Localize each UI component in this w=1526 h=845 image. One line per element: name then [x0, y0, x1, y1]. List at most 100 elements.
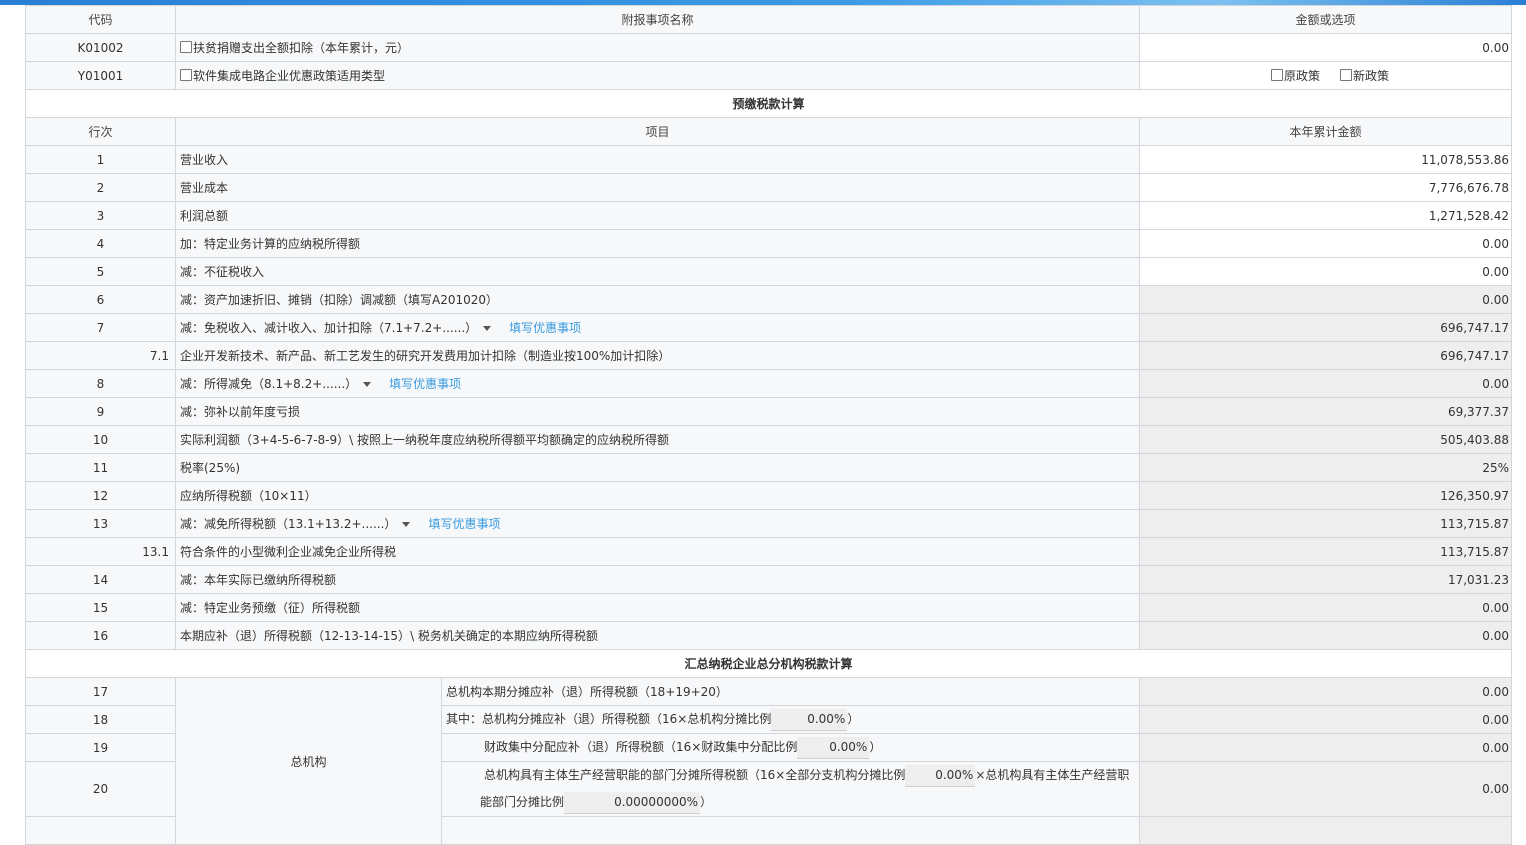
row-number: 8	[25, 369, 176, 398]
row-item: 加：特定业务计算的应纳税所得额	[174, 229, 1141, 258]
row-item: 应纳所得税额（10×11）	[174, 481, 1141, 510]
extra-table-header: 代码 附报事项名称 金额或选项	[25, 5, 1513, 34]
table-row: 4 加：特定业务计算的应纳税所得额 0.00	[25, 229, 1513, 258]
row-number: 14	[25, 565, 176, 594]
amount-input[interactable]: 11,078,553.86	[1139, 145, 1513, 174]
policy-options: 原政策 新政策	[1139, 61, 1513, 90]
row-item: 减：减免所得税额（13.1+13.2+......） 填写优惠事项	[174, 509, 1141, 538]
table-row: 7.1 企业开发新技术、新产品、新工艺发生的研究开发费用加计扣除（制造业按100…	[25, 341, 1513, 370]
fill-preference-link[interactable]: 填写优惠事项	[509, 321, 581, 335]
table-row: 13.1 符合条件的小型微利企业减免企业所得税 113,715.87	[25, 537, 1513, 566]
option-label: 新政策	[1353, 69, 1390, 83]
row-name-label: 软件集成电路企业优惠政策适用类型	[193, 69, 386, 83]
row-item: 利润总额	[174, 201, 1141, 230]
checkbox[interactable]	[1270, 69, 1283, 81]
row-item-suffix: ）	[869, 739, 882, 754]
extra-row-y01001: Y01001 软件集成电路企业优惠政策适用类型 原政策 新政策	[25, 61, 1513, 90]
row-item: 减：所得减免（8.1+8.2+......） 填写优惠事项	[174, 369, 1141, 398]
row-item: 减：本年实际已缴纳所得税额	[174, 565, 1141, 594]
row-item-line2: 能部门分摊比例	[480, 795, 565, 809]
row-item: 减：特定业务预缴（征）所得税额	[174, 593, 1141, 622]
row-number: 16	[25, 621, 176, 650]
ratio-field: 0.00000000%	[564, 792, 701, 814]
ratio-field: 0.00%	[905, 765, 976, 787]
chevron-down-icon[interactable]	[363, 382, 372, 387]
amount-readonly: 126,350.97	[1139, 481, 1513, 510]
row-number: 3	[25, 201, 176, 230]
table-row: 11 税率(25%) 25%	[25, 453, 1513, 482]
option-old-policy[interactable]: 原政策	[1270, 67, 1320, 84]
row-item-suffix: ）	[700, 795, 713, 809]
amount-readonly: 0.00	[1139, 733, 1513, 762]
checkbox[interactable]	[180, 41, 192, 53]
extra-row-k01002: K01002 扶贫捐赠支出全额扣除（本年累计，元） 0.00	[25, 33, 1513, 62]
header-name: 附报事项名称	[174, 5, 1141, 34]
table-row: 15 减：特定业务预缴（征）所得税额 0.00	[25, 593, 1513, 622]
row-item-label: 减：免税收入、减计收入、加计扣除（7.1+7.2+......）	[180, 321, 478, 335]
amount-input[interactable]: 0.00	[1139, 33, 1513, 62]
header-amount: 本年累计金额	[1139, 117, 1513, 146]
row-name: 软件集成电路企业优惠政策适用类型	[174, 61, 1141, 90]
table-row: 16 本期应补（退）所得税额（12-13-14-15）\ 税务机关确定的本期应纳…	[25, 621, 1513, 650]
row-number: 10	[25, 425, 176, 454]
amount-readonly: 17,031.23	[1139, 565, 1513, 594]
option-new-policy[interactable]: 新政策	[1340, 67, 1389, 84]
amount-readonly: 505,403.88	[1139, 425, 1513, 454]
section-branch-title: 汇总纳税企业总分机构税款计算	[24, 649, 1513, 678]
row-number: 19	[25, 733, 176, 762]
row-number: 5	[25, 257, 176, 286]
row-number: 20	[25, 761, 176, 817]
chevron-down-icon[interactable]	[402, 522, 411, 527]
row-number: 13	[25, 509, 176, 538]
row-item: 营业收入	[174, 145, 1141, 174]
amount-input[interactable]: 7,776,676.78	[1139, 173, 1513, 202]
fill-preference-link[interactable]: 填写优惠事项	[428, 517, 500, 531]
row-item: 税率(25%)	[174, 453, 1141, 482]
fill-preference-link[interactable]: 填写优惠事项	[389, 377, 461, 391]
header-value: 金额或选项	[1139, 5, 1513, 34]
row-number: 9	[25, 397, 176, 426]
amount-readonly: 25%	[1139, 453, 1513, 482]
row-number: 1	[25, 145, 176, 174]
amount-readonly: 0.00	[1139, 593, 1513, 622]
row-item: 减：资产加速折旧、摊销（扣除）调减额（填写A201020）	[174, 285, 1141, 314]
row-item: 本期应补（退）所得税额（12-13-14-15）\ 税务机关确定的本期应纳所得税…	[174, 621, 1141, 650]
amount-readonly: 0.00	[1139, 761, 1513, 817]
table-row: 7 减：免税收入、减计收入、加计扣除（7.1+7.2+......） 填写优惠事项…	[25, 313, 1513, 342]
row-item: 营业成本	[174, 173, 1141, 202]
row-number: 11	[25, 453, 176, 482]
chevron-down-icon[interactable]	[483, 326, 492, 331]
table-row: 9 减：弥补以前年度亏损 69,377.37	[25, 397, 1513, 426]
amount-readonly: 0.00	[1139, 285, 1513, 314]
row-number: 7	[25, 313, 176, 342]
row-item-mid: ×总机构具有主体生产经营职	[975, 768, 1130, 782]
table-row: 14 减：本年实际已缴纳所得税额 17,031.23	[25, 565, 1513, 594]
table-row: 10 实际利润额（3+4-5-6-7-8-9）\ 按照上一纳税年度应纳税所得额平…	[25, 425, 1513, 454]
checkbox[interactable]	[1340, 69, 1352, 81]
amount-readonly: 113,715.87	[1139, 537, 1513, 566]
tax-return-table: 代码 附报事项名称 金额或选项 K01002 扶贫捐赠支出全额扣除（本年累计，元…	[24, 5, 1513, 845]
ratio-field: 0.00%	[797, 736, 870, 759]
table-row: 1 营业收入 11,078,553.86	[25, 145, 1513, 174]
row-item: 减：免税收入、减计收入、加计扣除（7.1+7.2+......） 填写优惠事项	[174, 313, 1141, 342]
row-number: 4	[25, 229, 176, 258]
section-title: 汇总纳税企业总分机构税款计算	[24, 649, 1513, 678]
row-name-label: 扶贫捐赠支出全额扣除（本年累计，元）	[193, 41, 410, 55]
row-item-label: 其中：总机构分摊应补（退）所得税额（16×总机构分摊比例	[446, 711, 772, 726]
amount-input[interactable]: 0.00	[1139, 257, 1513, 286]
section-prepay-title: 预缴税款计算	[24, 89, 1513, 118]
row-number: 17	[25, 677, 176, 706]
row-item-label: 减：减免所得税额（13.1+13.2+......）	[180, 517, 397, 531]
option-label: 原政策	[1283, 69, 1320, 83]
table-row: 8 减：所得减免（8.1+8.2+......） 填写优惠事项 0.00	[25, 369, 1513, 398]
amount-readonly: 113,715.87	[1139, 509, 1513, 538]
header-row-no: 行次	[25, 117, 176, 146]
row-number: 6	[25, 285, 176, 314]
row-item	[440, 816, 1141, 845]
row-item-label: 减：所得减免（8.1+8.2+......）	[180, 377, 358, 391]
amount-input[interactable]: 1,271,528.42	[1139, 201, 1513, 230]
row-item-label: 财政集中分配应补（退）所得税额（16×财政集中分配比例	[484, 739, 798, 754]
table-row: 12 应纳所得税额（10×11） 126,350.97	[25, 481, 1513, 510]
amount-input[interactable]: 0.00	[1139, 229, 1513, 258]
checkbox[interactable]	[180, 69, 192, 81]
